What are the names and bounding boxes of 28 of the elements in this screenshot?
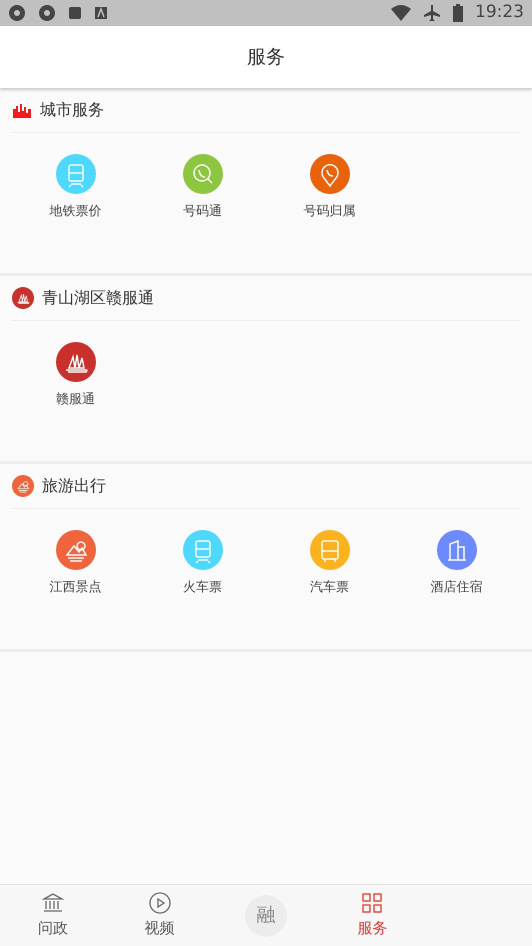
section-title: 青山湖区赣服通 [42,287,154,309]
mountain-logo-icon [12,287,34,309]
skyline-icon [12,102,32,118]
battery-icon [453,4,463,22]
tv-icon [68,6,82,20]
nav-tab[interactable]: 视频 [106,891,213,940]
service-item[interactable]: 赣服通 [12,342,139,410]
font-icon [94,6,108,20]
landscape-icon [12,475,34,497]
nav-tab[interactable]: 服务 [319,891,426,940]
page-title: 服务 [247,44,285,70]
clock-time: 19:23 [475,1,524,24]
aperture-icon [8,4,26,22]
wifi-icon [391,5,411,21]
section-title: 旅游出行 [42,475,106,497]
service-item[interactable]: 号码归属 [266,154,393,222]
service-item[interactable]: 号码通 [139,154,266,222]
service-item[interactable]: 酒店住宿 [393,530,520,598]
section-title: 城市服务 [40,99,104,121]
nav-tab[interactable]: 问政 [0,891,106,940]
airplane-icon [423,4,441,22]
service-item[interactable]: 地铁票价 [12,154,139,222]
play-icon [148,891,172,916]
aperture-icon [38,4,56,22]
service-item[interactable]: 火车票 [139,530,266,598]
grid-icon [360,891,384,916]
service-item[interactable]: 汽车票 [266,530,393,598]
service-item[interactable]: 江西景点 [12,530,139,598]
